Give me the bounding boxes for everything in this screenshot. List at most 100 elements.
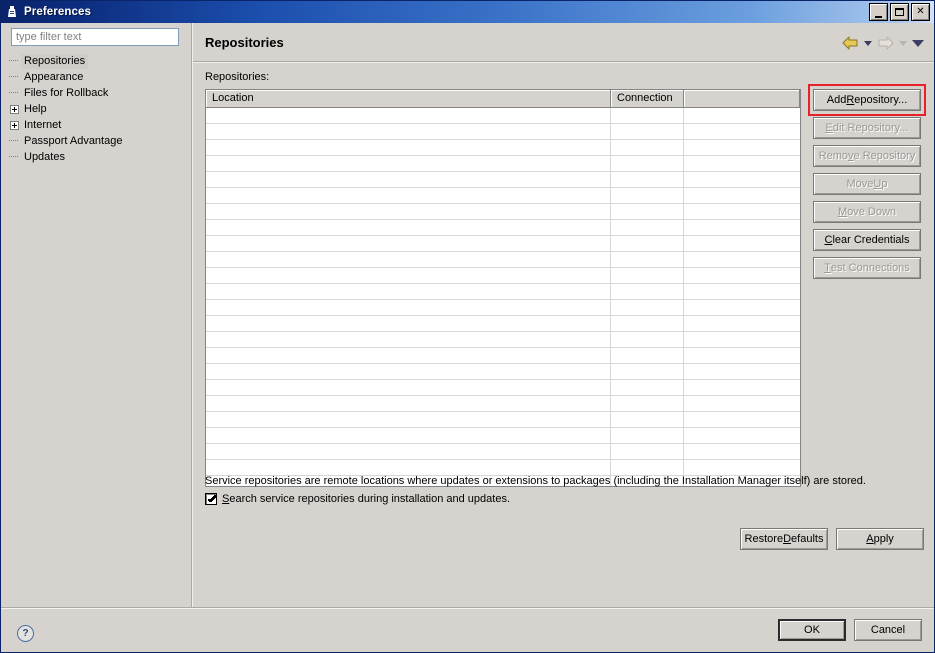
table-row[interactable] xyxy=(206,108,800,124)
table-row[interactable] xyxy=(206,284,800,300)
table-cell xyxy=(206,396,611,411)
move-down-label-post: ove Down xyxy=(847,206,897,218)
clear-credentials-button[interactable]: Clear Credentials xyxy=(813,229,921,251)
forward-arrow-icon xyxy=(877,36,894,50)
table-cell xyxy=(611,460,684,475)
page-navigation xyxy=(842,33,924,53)
table-row[interactable] xyxy=(206,252,800,268)
footer-separator-highlight xyxy=(1,608,934,609)
move-up-button[interactable]: Move Up xyxy=(813,173,921,195)
sidebar-item-label: Appearance xyxy=(24,70,84,83)
back-arrow-icon[interactable] xyxy=(842,36,859,50)
move-down-accel: M xyxy=(837,206,848,218)
test-connections-button[interactable]: Test Connections xyxy=(813,257,921,279)
table-cell xyxy=(206,220,611,235)
table-row[interactable] xyxy=(206,188,800,204)
column-header-extra[interactable] xyxy=(684,90,800,107)
forward-dropdown-icon xyxy=(899,40,907,46)
apply-label-post: pply xyxy=(873,533,894,545)
help-icon[interactable]: ? xyxy=(17,625,34,642)
table-cell xyxy=(684,268,800,283)
column-header-connection[interactable]: Connection xyxy=(611,90,684,107)
tree-connector-icon xyxy=(7,133,21,149)
repositories-table[interactable]: Location Connection xyxy=(205,89,801,487)
table-row[interactable] xyxy=(206,124,800,140)
table-cell xyxy=(206,140,611,155)
table-cell xyxy=(206,268,611,283)
sidebar-item-label: Help xyxy=(24,102,47,115)
window-titlebar[interactable]: Preferences ✕ xyxy=(1,1,934,23)
sidebar-item-internet[interactable]: Internet xyxy=(7,117,187,133)
search-service-repositories-row[interactable]: Search service repositories during insta… xyxy=(205,493,510,505)
filter-input[interactable]: type filter text xyxy=(11,28,179,46)
ok-button[interactable]: OK xyxy=(778,619,846,641)
table-row[interactable] xyxy=(206,172,800,188)
table-row[interactable] xyxy=(206,396,800,412)
table-row[interactable] xyxy=(206,332,800,348)
move-up-accel: U xyxy=(873,178,882,190)
column-header-location[interactable]: Location xyxy=(206,90,611,107)
table-row[interactable] xyxy=(206,364,800,380)
table-cell xyxy=(611,348,684,363)
dialog-buttons: OK Cancel xyxy=(778,619,922,641)
table-cell xyxy=(684,108,800,123)
back-dropdown-icon[interactable] xyxy=(864,40,872,46)
dialog-footer: ? OK Cancel xyxy=(1,607,934,652)
move-down-button[interactable]: Move Down xyxy=(813,201,921,223)
close-icon: ✕ xyxy=(916,6,925,17)
restore-defaults-button[interactable]: Restore Defaults xyxy=(740,528,828,550)
table-cell xyxy=(684,140,800,155)
preferences-tree: Repositories Appearance Files for Rollba… xyxy=(7,53,187,165)
table-row[interactable] xyxy=(206,348,800,364)
table-row[interactable] xyxy=(206,268,800,284)
table-cell xyxy=(684,156,800,171)
table-row[interactable] xyxy=(206,316,800,332)
table-row[interactable] xyxy=(206,140,800,156)
edit-repository-button[interactable]: Edit Repository... xyxy=(813,117,921,139)
sidebar-item-passport-advantage[interactable]: Passport Advantage xyxy=(7,133,187,149)
table-cell xyxy=(684,124,800,139)
sidebar-item-files-for-rollback[interactable]: Files for Rollback xyxy=(7,85,187,101)
table-row[interactable] xyxy=(206,460,800,476)
clear-credentials-accel: C xyxy=(824,234,833,246)
sidebar-item-repositories[interactable]: Repositories xyxy=(7,53,187,69)
sidebar-item-label: Passport Advantage xyxy=(24,134,123,147)
table-cell xyxy=(684,444,800,459)
remove-repository-button[interactable]: Remo v e Repository xyxy=(813,145,921,167)
sidebar-item-label: Files for Rollback xyxy=(24,86,109,99)
minimize-button[interactable] xyxy=(869,3,888,21)
sidebar-item-updates[interactable]: Updates xyxy=(7,149,187,165)
expand-plus-icon[interactable] xyxy=(7,117,21,133)
table-row[interactable] xyxy=(206,380,800,396)
sidebar-item-appearance[interactable]: Appearance xyxy=(7,69,187,85)
table-row[interactable] xyxy=(206,156,800,172)
move-up-label-pre: Move xyxy=(846,178,874,190)
table-cell xyxy=(206,156,611,171)
add-repository-button[interactable]: Add Repository... xyxy=(813,89,921,111)
maximize-button[interactable] xyxy=(890,3,909,21)
table-row[interactable] xyxy=(206,300,800,316)
table-row[interactable] xyxy=(206,204,800,220)
sidebar-item-label: Internet xyxy=(24,118,62,131)
add-repository-wrapper: Add Repository... xyxy=(808,84,926,116)
apply-accel: A xyxy=(866,533,874,545)
sidebar-item-help[interactable]: Help xyxy=(7,101,187,117)
table-cell xyxy=(684,172,800,187)
search-service-repositories-checkbox[interactable] xyxy=(205,493,217,505)
table-body xyxy=(206,108,800,486)
view-menu-arrow-icon[interactable] xyxy=(912,39,924,47)
table-row[interactable] xyxy=(206,444,800,460)
table-row[interactable] xyxy=(206,412,800,428)
cancel-button[interactable]: Cancel xyxy=(854,619,922,641)
table-row[interactable] xyxy=(206,428,800,444)
table-cell xyxy=(206,444,611,459)
apply-button[interactable]: Apply xyxy=(836,528,924,550)
table-cell xyxy=(206,188,611,203)
table-row[interactable] xyxy=(206,220,800,236)
remove-repository-label-post: e Repository xyxy=(853,150,916,162)
close-button[interactable]: ✕ xyxy=(911,3,930,21)
table-row[interactable] xyxy=(206,236,800,252)
expand-plus-icon[interactable] xyxy=(7,101,21,117)
title-separator-highlight xyxy=(193,62,934,63)
table-cell xyxy=(684,332,800,347)
